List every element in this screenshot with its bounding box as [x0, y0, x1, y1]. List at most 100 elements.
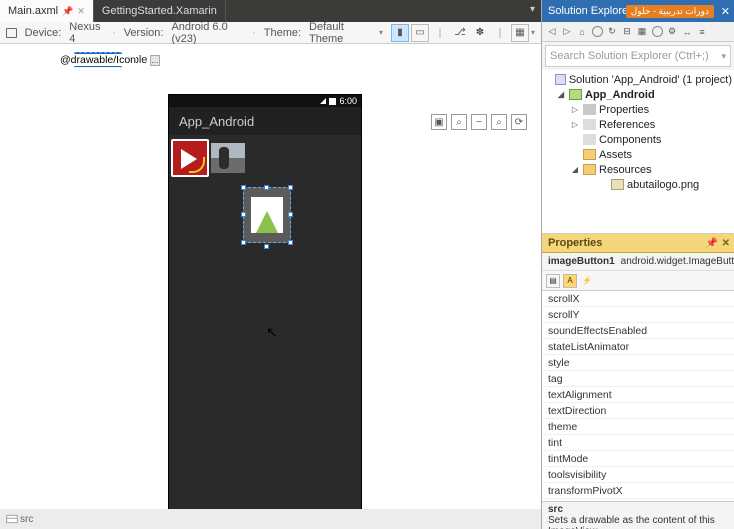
sync-button[interactable] [592, 26, 603, 37]
desc-title: src [548, 504, 728, 515]
resource-button[interactable]: ⎇ [451, 24, 469, 42]
property-name: textDirection [542, 405, 628, 417]
property-row-tintMode[interactable]: tintMode [542, 451, 734, 467]
tree-node-components[interactable]: Components [544, 132, 732, 147]
events-button[interactable]: ⚡ [580, 274, 594, 288]
tab-label: GettingStarted.Xamarin [102, 5, 217, 17]
tree-node-references[interactable]: ▷References [544, 117, 732, 132]
property-row-scrollY[interactable]: scrollY [542, 307, 734, 323]
alphabetical-button[interactable]: A [563, 274, 577, 288]
theme-button[interactable]: ✽ [471, 24, 489, 42]
property-name: textAlignment [542, 389, 628, 401]
tab-label: Main.axml [8, 5, 58, 17]
property-name: style [542, 357, 628, 369]
object-type: android.widget.ImageButton [621, 256, 734, 267]
grid-button[interactable]: ▦ [511, 24, 529, 42]
forward-button[interactable]: ▷ [560, 25, 574, 39]
property-name: stateListAnimator [542, 341, 628, 353]
property-description: src Sets a drawable as the content of th… [542, 501, 734, 529]
refresh-button[interactable]: ↻ [605, 25, 619, 39]
property-name: theme [542, 421, 628, 433]
device-frame: 6:00 App_Android [168, 94, 362, 509]
props-toolbar: ▤ A ⚡ [542, 271, 734, 291]
zoom-reset-button[interactable]: ⟳ [511, 114, 527, 130]
property-name: toolsvisibility [542, 469, 628, 481]
designer-canvas[interactable]: ▣ ⌕ − ⌕ ⟳ 6:00 App_Android [0, 44, 541, 509]
object-name: imageButton1 [548, 256, 615, 267]
device-icon [6, 28, 17, 38]
view-code-button[interactable]: ≡ [695, 25, 709, 39]
tree-node-project[interactable]: ◢App_Android [544, 87, 732, 102]
device-value[interactable]: Nexus 4 [69, 21, 104, 45]
ad-badge[interactable]: دورات تدريبية - حلول [626, 5, 714, 18]
chevron-down-icon[interactable]: ▾ [531, 28, 535, 37]
tree-node-solution[interactable]: Solution 'App_Android' (1 project) [544, 72, 732, 87]
property-name: scrollY [542, 309, 628, 321]
home-button[interactable]: ⌂ [575, 25, 589, 39]
imageview-1[interactable] [171, 139, 209, 177]
scope-button[interactable]: ↔ [680, 25, 694, 39]
desc-text: Sets a drawable as the content of this I… [548, 515, 728, 529]
source-tab[interactable]: src [0, 509, 541, 529]
tab-getting-started[interactable]: GettingStarted.Xamarin [94, 0, 226, 22]
pin-icon[interactable]: 📌 [706, 238, 718, 249]
property-row-textAlignment[interactable]: textAlignment [542, 387, 734, 403]
imagebutton-selected[interactable] [243, 187, 291, 243]
tab-dropdown-icon[interactable]: ▾ [530, 4, 535, 15]
properties-list[interactable]: scrollXscrollYsoundEffectsEnabledsrc@dra… [542, 291, 734, 501]
property-name: soundEffectsEnabled [542, 325, 628, 337]
search-dropdown-icon[interactable]: ▾ [721, 51, 726, 62]
property-name: tag [542, 373, 628, 385]
property-row-tint[interactable]: tint [542, 435, 734, 451]
sln-search-input[interactable]: Search Solution Explorer (Ctrl+;) ▾ [545, 45, 731, 67]
property-row-scrollX[interactable]: scrollX [542, 291, 734, 307]
fit-button[interactable]: ▣ [431, 114, 447, 130]
tree-node-properties[interactable]: ▷Properties [544, 102, 732, 117]
selected-object-line[interactable]: imageButton1 android.widget.ImageButton [542, 253, 734, 271]
version-label: Version: [124, 27, 164, 39]
property-row-textDirection[interactable]: textDirection [542, 403, 734, 419]
zoom-in-button[interactable]: ⌕ [491, 114, 507, 130]
tree-node-file[interactable]: abutailogo.png [544, 177, 732, 192]
document-tabs: Main.axml 📌 ✕ GettingStarted.Xamarin ▾ [0, 0, 541, 22]
property-row-soundEffectsEnabled[interactable]: soundEffectsEnabled [542, 323, 734, 339]
panel-close-icon[interactable]: ✕ [722, 238, 730, 249]
property-row-tag[interactable]: tag [542, 371, 734, 387]
property-name: tint [542, 437, 628, 449]
tree-node-assets[interactable]: Assets [544, 147, 732, 162]
panel-title: Solution Explorer [548, 5, 632, 17]
property-row-stateListAnimator[interactable]: stateListAnimator [542, 339, 734, 355]
pin-icon[interactable]: 📌 [62, 6, 73, 17]
source-label: src [20, 514, 33, 525]
theme-value[interactable]: Default Theme [309, 21, 371, 45]
back-button[interactable]: ◁ [545, 25, 559, 39]
tab-main-axml[interactable]: Main.axml 📌 ✕ [0, 0, 94, 22]
sln-toolbar: ◁ ▷ ⌂ ↻ ⊟ ▦ ⚙ ↔ ≡ [542, 22, 734, 42]
battery-icon [329, 98, 336, 105]
version-value[interactable]: Android 6.0 (v23) [171, 21, 244, 45]
portrait-button[interactable]: ▮ [391, 24, 409, 42]
property-row-transformPivotX[interactable]: transformPivotX [542, 483, 734, 499]
panel-close-icon[interactable]: ✕ [721, 5, 730, 18]
close-icon[interactable]: ✕ [77, 6, 85, 17]
imageview-2[interactable] [211, 143, 245, 173]
collapse-button[interactable]: ⊟ [620, 25, 634, 39]
property-row-toolsvisibility[interactable]: toolsvisibility [542, 467, 734, 483]
properties-panel-title: Properties 📌 ✕ [542, 233, 734, 253]
property-row-theme[interactable]: theme [542, 419, 734, 435]
android-statusbar: 6:00 [169, 95, 361, 107]
property-name: tintMode [542, 453, 628, 465]
tree-node-resources[interactable]: ◢Resources [544, 162, 732, 177]
zoom-actual-button[interactable]: ⌕ [451, 114, 467, 130]
solution-tree[interactable]: Solution 'App_Android' (1 project) ◢App_… [542, 70, 734, 233]
theme-label: Theme: [264, 27, 301, 39]
zoom-out-button[interactable]: − [471, 114, 487, 130]
properties-button[interactable]: ⚙ [665, 25, 679, 39]
property-row-style[interactable]: style [542, 355, 734, 371]
landscape-button[interactable]: ▭ [411, 24, 429, 42]
preview-button[interactable] [652, 26, 663, 37]
layout-surface[interactable] [169, 135, 361, 509]
show-all-button[interactable]: ▦ [635, 25, 649, 39]
categorized-button[interactable]: ▤ [546, 274, 560, 288]
clock-text: 6:00 [339, 96, 357, 106]
